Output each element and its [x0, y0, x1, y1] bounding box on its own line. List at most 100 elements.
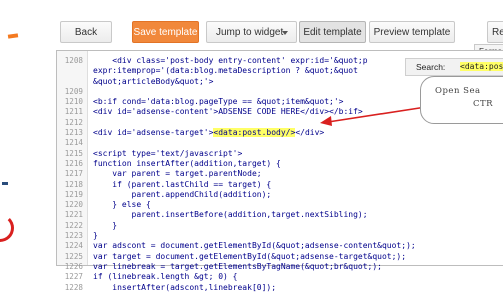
- arrow-head: [320, 116, 332, 126]
- editor-toolbar: Back Save template Jump to widget Edit t…: [56, 0, 503, 48]
- blue-fragment: [2, 182, 8, 185]
- back-button-label: Back: [74, 26, 98, 38]
- line-number: 1210: [64, 97, 83, 107]
- code-segment: </div>: [295, 128, 325, 138]
- search-input[interactable]: <data:post.: [460, 62, 503, 71]
- line-number: 1215: [64, 148, 83, 158]
- code-line: 1225 var target = document.getElementById…: [57, 252, 503, 262]
- code-segment: &quot;articleBody&quot;'>: [93, 76, 214, 86]
- code-segment: }: [93, 220, 118, 230]
- revert-button[interactable]: Rev: [487, 21, 503, 43]
- code-segment: parent.insertBefore(addition,target.next…: [93, 210, 368, 220]
- code-segment: if (parent.lastChild == target) {: [93, 179, 272, 189]
- code-text: }: [93, 221, 117, 231]
- code-text: parent.appendChild(addition);: [93, 189, 272, 200]
- code-line: 1224 var adscont = document.getElementByI…: [57, 241, 503, 251]
- line-number: 1208: [64, 56, 83, 65]
- jump-to-widget-dropdown[interactable]: Jump to widget: [206, 21, 297, 43]
- back-button[interactable]: Back: [60, 21, 112, 43]
- edit-template-label: Edit template: [303, 26, 362, 38]
- code-segment: <div class='post-body entry-content' exp…: [93, 56, 368, 65]
- code-segment: parent.appendChild(addition);: [93, 189, 272, 199]
- callout-text-line1: Open Sea: [435, 86, 481, 96]
- line-number: 1219: [64, 189, 83, 199]
- line-number: 1218: [64, 179, 83, 189]
- code-line: 1219 parent.appendChild(addition);: [57, 190, 503, 200]
- code-text: &quot;articleBody&quot;'>: [93, 77, 213, 87]
- code-line: 1218 if (parent.lastChild == target) {: [57, 180, 503, 190]
- code-segment: <div id='adsense-target'>: [93, 128, 214, 138]
- code-segment: insertAfter(adscont,linebreak[0]);: [93, 282, 277, 292]
- jump-to-widget-label: Jump to widget: [216, 26, 284, 38]
- line-number: 1217: [64, 169, 83, 179]
- line-number: 1228: [64, 282, 83, 292]
- code-segment: } else {: [93, 200, 151, 210]
- code-line: 1226 var linebreak = target.getElementsBy…: [57, 262, 503, 272]
- save-template-button[interactable]: Save template: [132, 21, 199, 43]
- chevron-down-icon: [282, 31, 288, 35]
- code-text: insertAfter(adscont,linebreak[0]);: [93, 283, 276, 293]
- code-line: 1223}: [57, 231, 503, 241]
- revert-button-label: Rev: [492, 26, 503, 38]
- code-text: <b:if cond='data:blog.pageType == &quot;…: [93, 97, 343, 107]
- code-text: expr:itemprop='(data:blog.metaDescriptio…: [93, 66, 358, 76]
- orange-fragment: [7, 33, 19, 39]
- preview-template-label: Preview template: [373, 26, 451, 38]
- highlighted-search-match: <data:post.body/>: [213, 128, 296, 138]
- code-segment: expr:itemprop='(data:blog.metaDescriptio…: [93, 66, 358, 76]
- code-text: }: [93, 231, 98, 241]
- code-segment: function insertAfter(addition,target) {: [93, 158, 281, 168]
- line-number: 1211: [64, 107, 83, 117]
- code-segment: var adscont = document.getElementById(&q…: [93, 241, 416, 251]
- line-number: 1224: [64, 241, 83, 251]
- left-panel: [0, 0, 50, 264]
- code-text: if (parent.lastChild == target) {: [93, 180, 271, 190]
- code-line: 1220 } else {: [57, 200, 503, 210]
- line-number: 1213: [64, 128, 83, 138]
- line-number: 1214: [64, 138, 83, 148]
- callout-bubble: Open Sea CTR: [420, 76, 503, 124]
- line-number: 1220: [64, 200, 83, 210]
- code-segment: if (linebreak.length &gt; 0) {: [93, 272, 238, 282]
- line-number: 1226: [64, 261, 83, 271]
- line-number: 1221: [64, 210, 83, 220]
- code-segment: <b:if cond='data:blog.pageType == &quot;…: [93, 97, 344, 107]
- arrow-annotation: [320, 106, 427, 126]
- line-number: 1209: [64, 86, 83, 96]
- edit-template-button[interactable]: Edit template: [299, 21, 366, 43]
- code-segment: var parent = target.parentNode;: [93, 169, 262, 179]
- code-segment: var linebreak = target.getElementsByTagN…: [93, 261, 382, 271]
- line-number: 1223: [64, 231, 83, 241]
- preview-template-button[interactable]: Preview template: [369, 21, 455, 43]
- code-text: <div id='adsense-target'><data:post.body…: [93, 128, 324, 138]
- code-text: var adscont = document.getElementById(&q…: [93, 241, 416, 251]
- line-number: 1212: [64, 117, 83, 127]
- line-number: 1225: [64, 251, 83, 261]
- save-template-label: Save template: [133, 26, 198, 38]
- code-text: } else {: [93, 200, 151, 210]
- code-line: 1222 }: [57, 221, 503, 231]
- code-text: <div class='post-body entry-content' exp…: [93, 56, 368, 66]
- code-segment: <script type='text/javascript'>: [93, 148, 243, 158]
- arrow-shaft: [327, 106, 427, 123]
- code-text: parent.insertBefore(addition,target.next…: [93, 210, 368, 220]
- line-number: 1227: [64, 272, 83, 282]
- code-segment: }: [93, 231, 98, 241]
- code-text: var target = document.getElementById(&qu…: [93, 252, 406, 262]
- code-text: var linebreak = target.getElementsByTagN…: [93, 262, 382, 272]
- code-text: <script type='text/javascript'>: [93, 149, 242, 159]
- code-line: 1214: [57, 138, 503, 148]
- code-line: 1228 insertAfter(adscont,linebreak[0]);: [57, 283, 503, 293]
- code-line: 1217 var parent = target.parentNode;: [57, 169, 503, 179]
- code-text: function insertAfter(addition,target) {: [93, 159, 281, 169]
- code-line: 1221 parent.insertBefore(addition,target…: [57, 210, 503, 220]
- callout-text-line2: CTR: [473, 99, 494, 109]
- code-line: 1216 function insertAfter(addition,target…: [57, 159, 503, 169]
- code-line: 1227 if (linebreak.length &gt; 0) {: [57, 272, 503, 282]
- search-bar[interactable]: Search: <data:post.: [405, 58, 503, 76]
- code-line: 1215 <script type='text/javascript'>: [57, 149, 503, 159]
- code-line: 1213 <div id='adsense-target'><data:post.…: [57, 128, 503, 138]
- search-label: Search:: [416, 62, 446, 72]
- code-segment: var target = document.getElementById(&qu…: [93, 251, 407, 261]
- code-text: if (linebreak.length &gt; 0) {: [93, 272, 238, 282]
